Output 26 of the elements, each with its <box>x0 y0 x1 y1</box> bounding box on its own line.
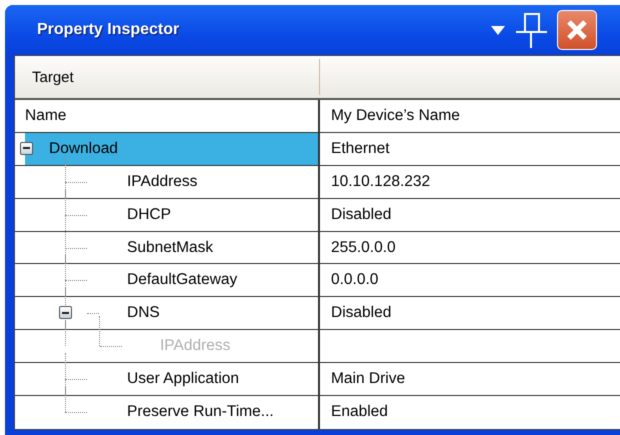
property-value[interactable]: Enabled <box>331 403 388 422</box>
close-icon <box>566 19 588 41</box>
collapse-toggle[interactable] <box>59 306 72 320</box>
property-name[interactable]: Preserve Run-Time... <box>123 396 278 429</box>
property-value[interactable]: Disabled <box>331 206 392 224</box>
property-value[interactable]: 10.10.128.232 <box>331 172 430 191</box>
column-header: My Device’s Name <box>331 106 460 125</box>
property-name[interactable]: DHCP <box>123 198 175 231</box>
column-header: Name <box>25 106 66 125</box>
dropdown-arrow-icon[interactable] <box>491 26 505 34</box>
property-name[interactable]: DefaultGateway <box>123 264 242 296</box>
property-name[interactable]: SubnetMask <box>123 232 218 264</box>
property-value[interactable]: 0.0.0.0 <box>331 271 378 290</box>
pin-icon[interactable] <box>514 12 548 48</box>
property-name[interactable]: DNS <box>123 297 164 330</box>
property-value[interactable]: Main Drive <box>331 370 406 388</box>
property-name[interactable]: User Application <box>123 363 244 396</box>
property-value[interactable]: 255.0.0.0 <box>331 238 396 256</box>
toolbar-label: Target <box>31 68 75 86</box>
collapse-toggle[interactable] <box>20 142 33 155</box>
window-title: Property Inspector <box>37 21 180 39</box>
property-value[interactable]: Ethernet <box>331 140 390 158</box>
property-name[interactable]: Download <box>25 132 318 165</box>
property-value[interactable]: Disabled <box>331 304 392 322</box>
property-name[interactable]: IPAddress <box>123 166 202 198</box>
close-button[interactable] <box>557 10 597 50</box>
